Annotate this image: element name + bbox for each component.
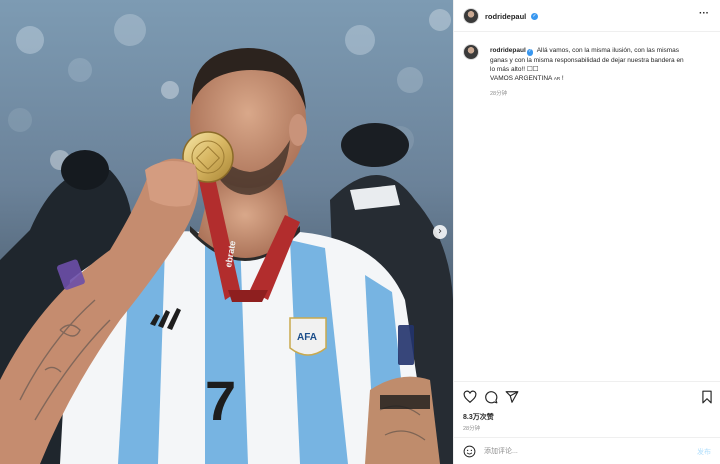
post-photo[interactable]: ebrate 7 AFA › (0, 0, 453, 464)
caption-line-3: lo más alto!! ☐☐ (490, 65, 539, 73)
emoji-icon[interactable] (463, 445, 476, 458)
comment-input[interactable] (484, 444, 684, 459)
verified-badge-icon: ✓ (526, 49, 534, 56)
more-options-icon[interactable]: ··· (699, 8, 709, 19)
chevron-right-icon: › (438, 226, 442, 237)
post-header: rodridepaul ✓ ··· (454, 0, 720, 32)
heart-icon[interactable] (463, 390, 477, 404)
author-username[interactable]: rodridepaul (485, 12, 526, 21)
caption-end: ! (560, 74, 564, 82)
caption-line-1: Allá vamos, con la misma ilusión, con la… (536, 47, 680, 54)
next-photo-button[interactable]: › (433, 225, 447, 239)
author-avatar[interactable] (463, 8, 479, 24)
caption-section: rodridepaul ✓ Allá vamos, con la misma il… (454, 33, 720, 381)
likes-count[interactable]: 8.3万次赞 (463, 412, 494, 422)
comment-icon[interactable] (484, 390, 498, 404)
caption-username[interactable]: rodridepaul (490, 47, 526, 54)
post-timestamp: 28分钟 (463, 426, 481, 432)
jersey-number: 7 (205, 369, 236, 432)
player-photo-illustration: ebrate 7 AFA (0, 0, 453, 464)
share-icon[interactable] (505, 390, 519, 404)
caption-line-4: VAMOS ARGENTINA (490, 74, 554, 82)
caption-avatar[interactable] (463, 44, 479, 60)
crest-text: AFA (297, 332, 317, 343)
bookmark-icon[interactable] (700, 390, 714, 404)
post-comment-button[interactable]: 发布 (697, 447, 711, 457)
caption-text: rodridepaul ✓ Allá vamos, con la misma il… (490, 46, 714, 83)
verified-badge-icon: ✓ (531, 12, 538, 20)
post-details-panel: rodridepaul ✓ ··· rodridepaul ✓ Allá vamo… (453, 0, 720, 464)
post-actions: 8.3万次赞 28分钟 (454, 381, 720, 436)
comment-bar: 发布 (454, 437, 720, 464)
afa-crest: AFA (289, 317, 327, 356)
caption-line-2: ganas y con la misma responsabilidad de … (490, 56, 684, 64)
caption-timestamp: 28分钟 (490, 91, 508, 97)
